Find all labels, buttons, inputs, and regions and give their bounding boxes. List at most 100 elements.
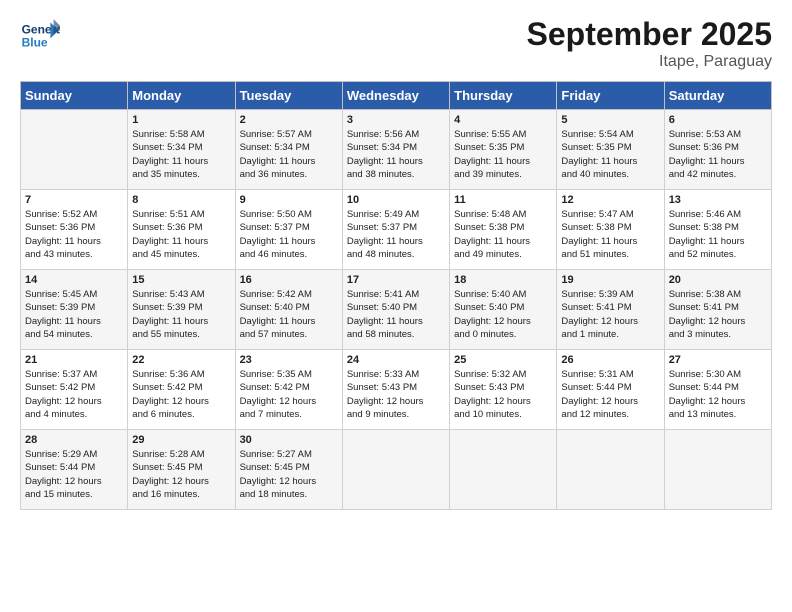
info-line: Sunset: 5:36 PM [669, 141, 767, 154]
day-cell [342, 430, 449, 510]
day-cell: 23Sunrise: 5:35 AMSunset: 5:42 PMDayligh… [235, 350, 342, 430]
day-info: Sunrise: 5:41 AMSunset: 5:40 PMDaylight:… [347, 288, 445, 341]
info-line: Daylight: 11 hours [454, 155, 552, 168]
day-number: 29 [132, 434, 230, 446]
day-cell: 13Sunrise: 5:46 AMSunset: 5:38 PMDayligh… [664, 190, 771, 270]
info-line: Daylight: 11 hours [347, 315, 445, 328]
info-line: Daylight: 11 hours [132, 315, 230, 328]
day-number: 9 [240, 194, 338, 206]
info-line: Daylight: 12 hours [240, 395, 338, 408]
info-line: Sunset: 5:38 PM [454, 221, 552, 234]
info-line: Sunset: 5:34 PM [240, 141, 338, 154]
day-info: Sunrise: 5:28 AMSunset: 5:45 PMDaylight:… [132, 448, 230, 501]
day-number: 4 [454, 114, 552, 126]
info-line: and 46 minutes. [240, 248, 338, 261]
info-line: Sunset: 5:42 PM [240, 381, 338, 394]
day-info: Sunrise: 5:38 AMSunset: 5:41 PMDaylight:… [669, 288, 767, 341]
day-cell: 25Sunrise: 5:32 AMSunset: 5:43 PMDayligh… [450, 350, 557, 430]
day-info: Sunrise: 5:42 AMSunset: 5:40 PMDaylight:… [240, 288, 338, 341]
day-cell: 14Sunrise: 5:45 AMSunset: 5:39 PMDayligh… [21, 270, 128, 350]
info-line: Daylight: 12 hours [347, 395, 445, 408]
day-info: Sunrise: 5:49 AMSunset: 5:37 PMDaylight:… [347, 208, 445, 261]
day-info: Sunrise: 5:55 AMSunset: 5:35 PMDaylight:… [454, 128, 552, 181]
info-line: Sunset: 5:42 PM [25, 381, 123, 394]
info-line: Sunset: 5:34 PM [347, 141, 445, 154]
info-line: and 1 minute. [561, 328, 659, 341]
info-line: Daylight: 11 hours [240, 315, 338, 328]
title-block: September 2025 Itape, Paraguay [527, 16, 772, 71]
day-cell: 9Sunrise: 5:50 AMSunset: 5:37 PMDaylight… [235, 190, 342, 270]
info-line: Daylight: 12 hours [561, 395, 659, 408]
week-row-4: 21Sunrise: 5:37 AMSunset: 5:42 PMDayligh… [21, 350, 772, 430]
info-line: Sunset: 5:35 PM [454, 141, 552, 154]
info-line: and 57 minutes. [240, 328, 338, 341]
day-number: 17 [347, 274, 445, 286]
column-header-friday: Friday [557, 82, 664, 110]
info-line: Sunrise: 5:41 AM [347, 288, 445, 301]
day-number: 1 [132, 114, 230, 126]
info-line: Sunrise: 5:57 AM [240, 128, 338, 141]
day-number: 26 [561, 354, 659, 366]
info-line: Daylight: 12 hours [132, 475, 230, 488]
info-line: Sunrise: 5:37 AM [25, 368, 123, 381]
day-number: 27 [669, 354, 767, 366]
day-cell: 19Sunrise: 5:39 AMSunset: 5:41 PMDayligh… [557, 270, 664, 350]
day-number: 16 [240, 274, 338, 286]
day-cell: 22Sunrise: 5:36 AMSunset: 5:42 PMDayligh… [128, 350, 235, 430]
day-info: Sunrise: 5:57 AMSunset: 5:34 PMDaylight:… [240, 128, 338, 181]
info-line: Daylight: 12 hours [25, 395, 123, 408]
day-number: 12 [561, 194, 659, 206]
info-line: and 42 minutes. [669, 168, 767, 181]
info-line: Sunset: 5:41 PM [669, 301, 767, 314]
info-line: Daylight: 11 hours [347, 235, 445, 248]
info-line: Sunrise: 5:32 AM [454, 368, 552, 381]
day-info: Sunrise: 5:36 AMSunset: 5:42 PMDaylight:… [132, 368, 230, 421]
column-header-saturday: Saturday [664, 82, 771, 110]
info-line: Sunset: 5:44 PM [669, 381, 767, 394]
day-info: Sunrise: 5:35 AMSunset: 5:42 PMDaylight:… [240, 368, 338, 421]
info-line: Daylight: 11 hours [132, 235, 230, 248]
day-number: 15 [132, 274, 230, 286]
day-cell: 27Sunrise: 5:30 AMSunset: 5:44 PMDayligh… [664, 350, 771, 430]
day-cell: 2 Sunrise: 5:57 AMSunset: 5:34 PMDaylight… [235, 110, 342, 190]
day-number: 2 [240, 114, 338, 126]
week-row-5: 28Sunrise: 5:29 AMSunset: 5:44 PMDayligh… [21, 430, 772, 510]
info-line: Sunrise: 5:48 AM [454, 208, 552, 221]
day-number: 11 [454, 194, 552, 206]
info-line: Daylight: 12 hours [132, 395, 230, 408]
info-line: Sunset: 5:42 PM [132, 381, 230, 394]
day-info: Sunrise: 5:29 AMSunset: 5:44 PMDaylight:… [25, 448, 123, 501]
day-cell: 3Sunrise: 5:56 AMSunset: 5:34 PMDaylight… [342, 110, 449, 190]
day-cell: 7Sunrise: 5:52 AMSunset: 5:36 PMDaylight… [21, 190, 128, 270]
info-line: Sunrise: 5:54 AM [561, 128, 659, 141]
day-info: Sunrise: 5:53 AMSunset: 5:36 PMDaylight:… [669, 128, 767, 181]
info-line: Daylight: 12 hours [669, 315, 767, 328]
day-number: 8 [132, 194, 230, 206]
day-cell: 12Sunrise: 5:47 AMSunset: 5:38 PMDayligh… [557, 190, 664, 270]
day-number: 21 [25, 354, 123, 366]
day-number: 7 [25, 194, 123, 206]
info-line: Sunrise: 5:51 AM [132, 208, 230, 221]
day-cell: 30Sunrise: 5:27 AMSunset: 5:45 PMDayligh… [235, 430, 342, 510]
page-container: General Blue September 2025 Itape, Parag… [0, 0, 792, 520]
day-cell [21, 110, 128, 190]
info-line: Sunrise: 5:55 AM [454, 128, 552, 141]
info-line: and 49 minutes. [454, 248, 552, 261]
day-number: 18 [454, 274, 552, 286]
info-line: Sunset: 5:45 PM [240, 461, 338, 474]
day-number: 10 [347, 194, 445, 206]
day-cell [664, 430, 771, 510]
day-cell: 24Sunrise: 5:33 AMSunset: 5:43 PMDayligh… [342, 350, 449, 430]
day-cell: 21 Sunrise: 5:37 AMSunset: 5:42 PMDayligh… [21, 350, 128, 430]
logo: General Blue [20, 16, 64, 56]
info-line: Sunrise: 5:56 AM [347, 128, 445, 141]
info-line: and 3 minutes. [669, 328, 767, 341]
info-line: Sunrise: 5:35 AM [240, 368, 338, 381]
day-cell: 10 Sunrise: 5:49 AMSunset: 5:37 PMDayligh… [342, 190, 449, 270]
info-line: Daylight: 11 hours [25, 235, 123, 248]
info-line: Sunrise: 5:29 AM [25, 448, 123, 461]
info-line: Sunset: 5:37 PM [240, 221, 338, 234]
info-line: Daylight: 12 hours [454, 395, 552, 408]
day-number: 14 [25, 274, 123, 286]
info-line: and 9 minutes. [347, 408, 445, 421]
